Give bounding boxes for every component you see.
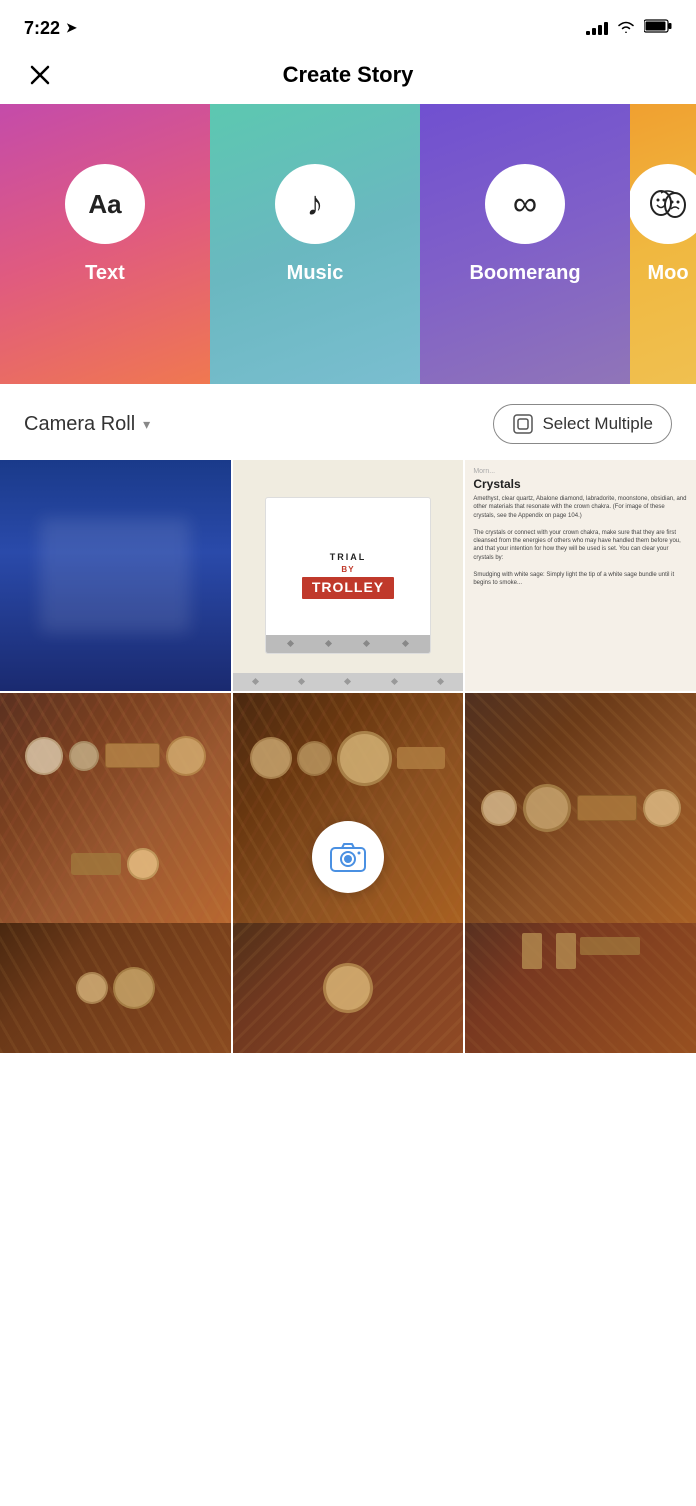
wifi-icon	[616, 19, 636, 38]
story-option-music[interactable]: ♪ Music	[210, 104, 420, 384]
music-icon-circle: ♪	[275, 164, 355, 244]
infinity-icon: ∞	[513, 185, 537, 224]
page-title: Create Story	[283, 62, 414, 88]
camera-roll-header: Camera Roll ▾ Select Multiple	[0, 384, 696, 460]
photo-crystals[interactable]: Morn... Crystals Amethyst, clear quartz,…	[465, 460, 696, 691]
music-icon: ♪	[307, 185, 324, 224]
select-multiple-icon	[512, 413, 534, 435]
select-multiple-button[interactable]: Select Multiple	[493, 404, 672, 444]
text-icon: Aa	[88, 189, 121, 220]
status-bar: 7:22 ➤	[0, 0, 696, 52]
status-icons	[586, 19, 672, 38]
story-option-moo[interactable]: Moo	[630, 104, 696, 384]
photo-food-4[interactable]	[0, 923, 231, 1053]
camera-icon	[330, 841, 366, 873]
photo-food-1[interactable]	[0, 693, 231, 924]
photo-grid-section: TRIAL BY TROLLEY	[0, 460, 696, 1053]
camera-button[interactable]	[312, 821, 384, 893]
battery-icon	[644, 19, 672, 38]
photo-trolley[interactable]: TRIAL BY TROLLEY	[233, 460, 464, 691]
photo-food-6[interactable]	[465, 923, 696, 1053]
boomerang-icon-circle: ∞	[485, 164, 565, 244]
photo-grid-bottom	[0, 923, 696, 1053]
photo-tv[interactable]	[0, 460, 231, 691]
story-option-music-label: Music	[287, 262, 344, 285]
text-icon-circle: Aa	[65, 164, 145, 244]
story-option-text-label: Text	[85, 262, 125, 285]
masks-icon	[647, 183, 689, 225]
story-option-boomerang[interactable]: ∞ Boomerang	[420, 104, 630, 384]
close-button[interactable]	[24, 59, 56, 91]
select-multiple-label: Select Multiple	[542, 414, 653, 434]
story-option-moo-label: Moo	[647, 262, 688, 285]
page-header: Create Story	[0, 52, 696, 104]
story-option-text[interactable]: Aa Text	[0, 104, 210, 384]
story-option-boomerang-label: Boomerang	[469, 262, 580, 285]
story-options-carousel: Aa Text ♪ Music ∞ Boomerang	[0, 104, 696, 384]
location-arrow-icon: ➤	[66, 20, 77, 36]
status-time: 7:22 ➤	[24, 18, 77, 39]
photo-food-5[interactable]	[233, 923, 464, 1053]
camera-roll-selector[interactable]: Camera Roll ▾	[24, 413, 150, 436]
chevron-down-icon: ▾	[143, 416, 150, 433]
camera-roll-label: Camera Roll	[24, 413, 135, 436]
photo-food-3[interactable]	[465, 693, 696, 924]
signal-strength-icon	[586, 21, 608, 35]
moo-icon-circle	[630, 164, 696, 244]
